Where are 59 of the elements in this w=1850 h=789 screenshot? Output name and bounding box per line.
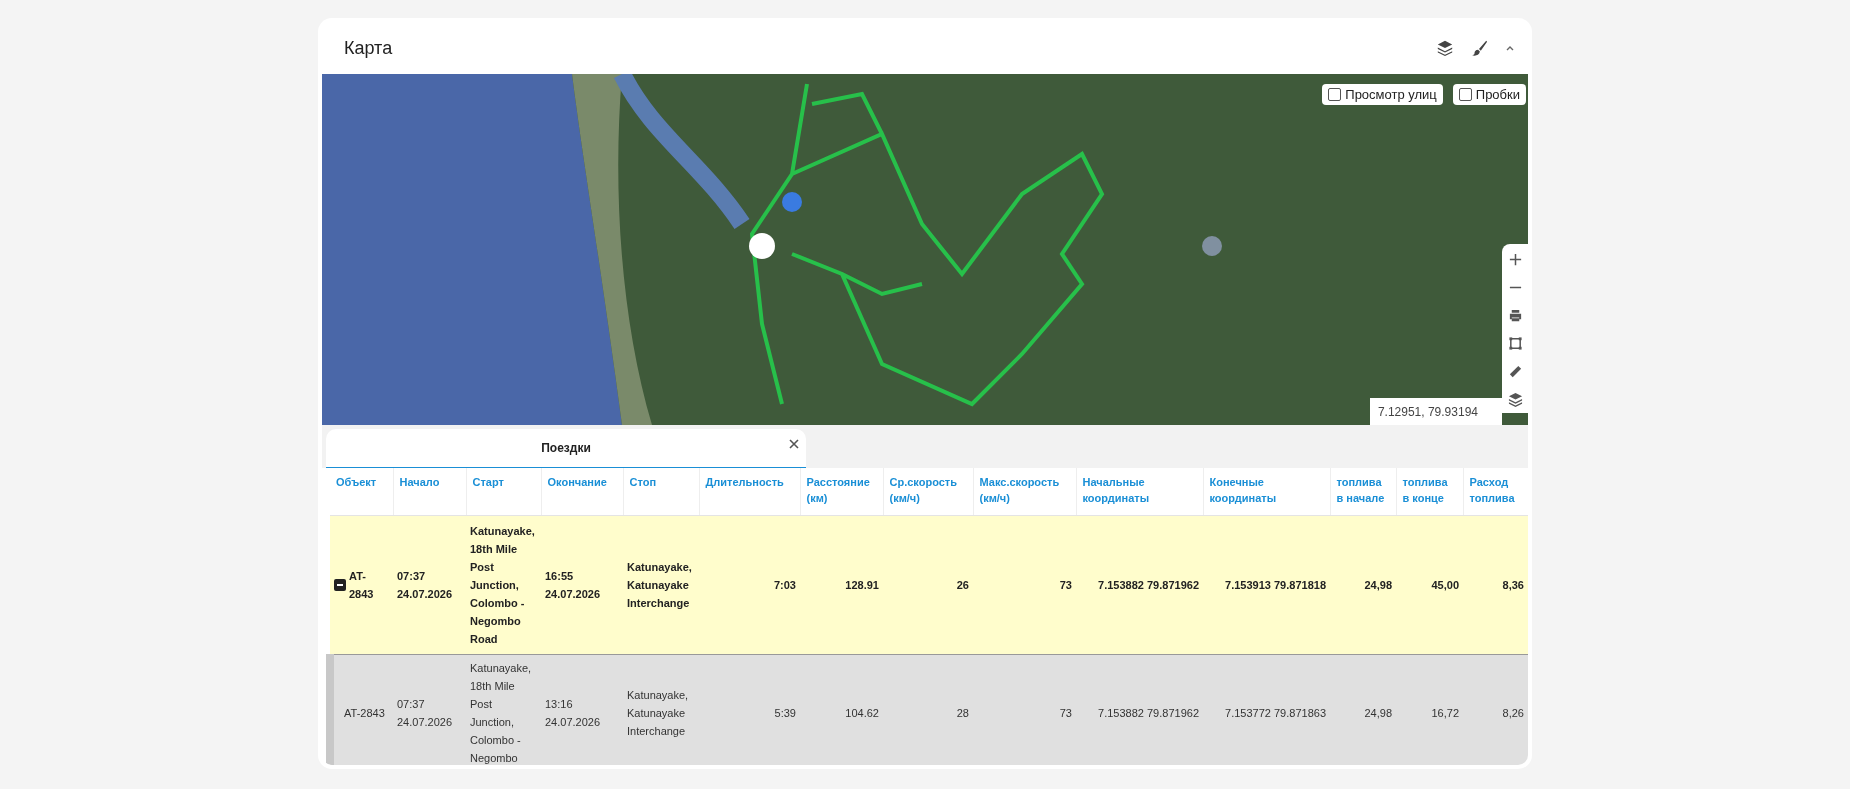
table-cell: 8,36 [1463, 515, 1528, 654]
coordinates-readout: 7.12951, 79.93194 [1369, 398, 1502, 425]
column-header[interactable]: Стоп [623, 468, 699, 515]
table-cell: 07:37 24.07.2026 [393, 515, 466, 654]
map-marker[interactable] [782, 192, 802, 212]
table-cell: 7.153882 79.871962 [1076, 654, 1203, 765]
table-cell: 24,98 [1330, 654, 1396, 765]
column-header[interactable]: Окончание [541, 468, 623, 515]
table-cell: 73 [973, 654, 1076, 765]
table-cell: 07:37 24.07.2026 [393, 654, 466, 765]
table-cell: 45,00 [1396, 515, 1463, 654]
column-header[interactable]: Старт [466, 468, 541, 515]
table-cell: Katunayake, Katunayake Interchange [623, 654, 699, 765]
table-cell: 8,26 [1463, 654, 1528, 765]
table-cell: 26 [883, 515, 973, 654]
table-cell: 7.153913 79.871818 [1203, 515, 1330, 654]
table-cell: Katunayake, 18th Mile Post Junction, Colombo - Negombo [466, 654, 541, 765]
column-header[interactable]: Расстояние (км) [800, 468, 883, 515]
layer-toggle[interactable]: Пробки [1452, 84, 1526, 105]
table-cell: 7.153772 79.871863 [1203, 654, 1330, 765]
zoom-in-icon[interactable] [1507, 252, 1523, 267]
panel-title: Поездки [541, 441, 591, 455]
table-cell: Katunayake, Katunayake Interchange [623, 515, 699, 654]
table-cell: 104.62 [800, 654, 883, 765]
card-title: Карта [344, 37, 393, 59]
object-name: AT-2843 [349, 568, 375, 602]
table-cell: 73 [973, 515, 1076, 654]
column-header[interactable]: Начальные координаты [1076, 468, 1203, 515]
layer-toggle[interactable]: Просмотр улиц [1322, 84, 1443, 105]
table-cell: 7.153882 79.871962 [1076, 515, 1203, 654]
map-marker[interactable] [1202, 236, 1222, 256]
trip-row[interactable] [330, 515, 1528, 654]
table-cell: 7:03 [699, 515, 800, 654]
collapse-icon[interactable] [334, 578, 346, 591]
column-header[interactable]: Конечные координаты [1203, 468, 1330, 515]
column-header[interactable]: топлива в конце [1396, 468, 1463, 515]
layers-icon[interactable] [1507, 392, 1523, 407]
column-header[interactable]: Ср.скорость (км/ч) [883, 468, 973, 515]
column-header[interactable]: Начало [393, 468, 466, 515]
column-header[interactable]: Макс.скорость (км/ч) [973, 468, 1076, 515]
table-cell: 24,98 [1330, 515, 1396, 654]
column-header[interactable]: Объект [330, 468, 393, 515]
table-cell: 28 [883, 654, 973, 765]
layers-icon[interactable] [1436, 39, 1454, 57]
column-header[interactable]: топлива в начале [1330, 468, 1396, 515]
table-cell: 16,72 [1396, 654, 1463, 765]
table-cell: 13:16 24.07.2026 [541, 654, 623, 765]
table-cell: 16:55 24.07.2026 [541, 515, 623, 654]
frame-icon[interactable] [1507, 336, 1523, 351]
column-header[interactable]: Расход топлива [1463, 468, 1528, 515]
table-cell: Katunayake, 18th Mile Post Junction, Colombo - Negombo Road [466, 515, 541, 654]
ruler-icon[interactable] [1507, 364, 1523, 379]
table-cell: 5:39 [699, 654, 800, 765]
column-header[interactable]: Длительность [699, 468, 800, 515]
brush-icon[interactable] [1470, 39, 1488, 57]
table-cell: AT-2843 [330, 654, 393, 765]
table-cell: 128.91 [800, 515, 883, 654]
print-icon[interactable] [1507, 308, 1523, 323]
close-icon[interactable] [788, 438, 800, 450]
